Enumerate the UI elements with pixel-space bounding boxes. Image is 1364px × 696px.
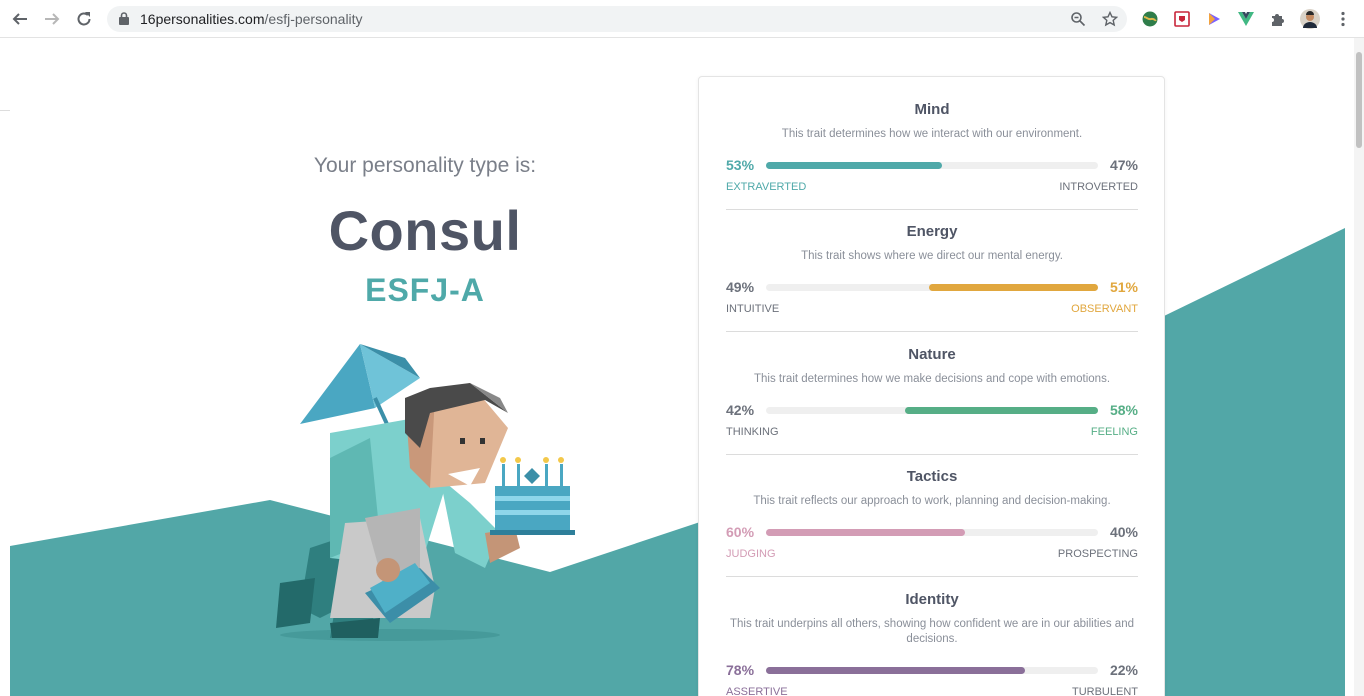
trait-labels: JUDGING PROSPECTING bbox=[726, 548, 1138, 562]
forward-arrow-icon bbox=[45, 13, 60, 25]
trait-labels: EXTRAVERTED INTROVERTED bbox=[726, 181, 1138, 195]
trait-bar-track bbox=[766, 529, 1098, 536]
trait-right-percent: 51% bbox=[1109, 279, 1138, 295]
trait-bar-fill bbox=[766, 667, 1025, 674]
personality-type-code: ESFJ-A bbox=[365, 272, 485, 308]
trait-right-percent: 58% bbox=[1109, 402, 1138, 418]
trait-3: Tactics This trait reflects our approach … bbox=[726, 468, 1138, 562]
trait-labels: INTUITIVE OBSERVANT bbox=[726, 303, 1138, 317]
trait-1: Energy This trait shows where we direct o… bbox=[726, 223, 1138, 317]
trait-right-label: PROSPECTING bbox=[1057, 548, 1138, 560]
trait-bar-fill bbox=[766, 162, 942, 169]
trait-left-label: ASSERTIVE bbox=[726, 686, 788, 696]
extension-globe-icon[interactable] bbox=[1141, 10, 1159, 28]
trait-right-label: FEELING bbox=[1090, 426, 1138, 438]
trait-title: Tactics bbox=[906, 468, 958, 485]
profile-avatar[interactable] bbox=[1300, 9, 1320, 29]
trait-bar-fill bbox=[905, 407, 1098, 414]
trait-right-label: INTROVERTED bbox=[1059, 181, 1138, 193]
trait-labels: ASSERTIVE TURBULENT bbox=[726, 686, 1138, 696]
forward-button[interactable] bbox=[39, 7, 65, 31]
trait-separator bbox=[726, 576, 1138, 577]
bookmark-star-icon[interactable] bbox=[1101, 10, 1119, 27]
scrollbar-thumb[interactable] bbox=[1356, 52, 1362, 148]
page-content: Your personality type is: Consul ESFJ-A bbox=[0, 38, 1364, 696]
header-divider bbox=[0, 110, 10, 111]
trait-left-percent: 53% bbox=[726, 157, 755, 173]
trait-bar-fill bbox=[766, 529, 966, 536]
trait-bar-row: 53% 47% bbox=[726, 157, 1138, 175]
url-host: 16personalities.com bbox=[140, 11, 265, 27]
extensions-puzzle-icon[interactable] bbox=[1269, 10, 1287, 28]
trait-left-label: JUDGING bbox=[726, 548, 776, 560]
trait-separator bbox=[726, 454, 1138, 455]
trait-bar-track bbox=[766, 407, 1098, 414]
trait-description: This trait shows where we direct our men… bbox=[801, 250, 1063, 262]
trait-right-percent: 47% bbox=[1109, 157, 1138, 173]
zoom-icon[interactable] bbox=[1070, 11, 1086, 27]
trait-bar-track bbox=[766, 667, 1098, 674]
trait-description: This trait determines how we interact wi… bbox=[781, 128, 1083, 140]
trait-right-label: TURBULENT bbox=[1071, 686, 1138, 696]
browser-toolbar: 16personalities.com/esfj-personality bbox=[0, 0, 1364, 38]
trait-bar-track bbox=[766, 162, 1098, 169]
url-text: 16personalities.com/esfj-personality bbox=[140, 11, 363, 27]
trait-left-percent: 49% bbox=[726, 279, 755, 295]
consul-character-illustration bbox=[276, 344, 575, 641]
personality-type-name: Consul bbox=[328, 199, 522, 262]
trait-title: Nature bbox=[908, 346, 956, 363]
trait-title: Identity bbox=[905, 591, 959, 608]
trait-left-percent: 42% bbox=[726, 402, 755, 418]
extension-save-icon[interactable] bbox=[1173, 10, 1191, 28]
personality-intro: Your personality type is: bbox=[313, 154, 537, 177]
back-button[interactable] bbox=[7, 7, 33, 31]
trait-description: This trait determines how we make decisi… bbox=[753, 373, 1111, 385]
extension-play-icon[interactable] bbox=[1205, 10, 1223, 28]
trait-bar-row: 78% 22% bbox=[726, 662, 1138, 680]
trait-0: Mind This trait determines how we interac… bbox=[726, 101, 1138, 195]
reload-icon bbox=[77, 12, 91, 26]
trait-right-percent: 22% bbox=[1109, 662, 1138, 678]
page-scrollbar[interactable] bbox=[1354, 38, 1364, 696]
trait-left-label: THINKING bbox=[726, 426, 779, 438]
trait-description: This trait underpins all others, showing… bbox=[730, 618, 1134, 645]
trait-4: Identity This trait underpins all others,… bbox=[726, 591, 1138, 696]
trait-bar-track bbox=[766, 284, 1098, 291]
browser-menu-icon[interactable] bbox=[1334, 10, 1352, 28]
trait-title: Mind bbox=[914, 101, 950, 118]
reload-button[interactable] bbox=[71, 7, 97, 31]
trait-left-label: EXTRAVERTED bbox=[726, 181, 807, 193]
trait-separator bbox=[726, 209, 1138, 210]
trait-labels: THINKING FEELING bbox=[726, 426, 1138, 440]
trait-right-label: OBSERVANT bbox=[1071, 303, 1138, 315]
trait-bar-row: 60% 40% bbox=[726, 524, 1138, 542]
extension-vue-icon[interactable] bbox=[1237, 10, 1255, 28]
trait-left-percent: 60% bbox=[726, 524, 755, 540]
url-path: /esfj-personality bbox=[264, 11, 363, 27]
trait-left-percent: 78% bbox=[726, 662, 755, 678]
trait-right-percent: 40% bbox=[1109, 524, 1138, 540]
traits-card: Mind This trait determines how we interac… bbox=[698, 76, 1165, 696]
trait-bar-fill bbox=[928, 284, 1098, 291]
back-arrow-icon bbox=[12, 13, 27, 25]
trait-description: This trait reflects our approach to work… bbox=[753, 495, 1111, 507]
lock-icon bbox=[119, 12, 129, 30]
address-bar[interactable]: 16personalities.com/esfj-personality bbox=[107, 6, 1127, 32]
trait-separator bbox=[726, 331, 1138, 332]
trait-left-label: INTUITIVE bbox=[726, 303, 780, 315]
trait-2: Nature This trait determines how we make … bbox=[726, 346, 1138, 440]
trait-bar-row: 42% 58% bbox=[726, 402, 1138, 420]
trait-bar-row: 49% 51% bbox=[726, 279, 1138, 297]
trait-title: Energy bbox=[906, 223, 958, 240]
